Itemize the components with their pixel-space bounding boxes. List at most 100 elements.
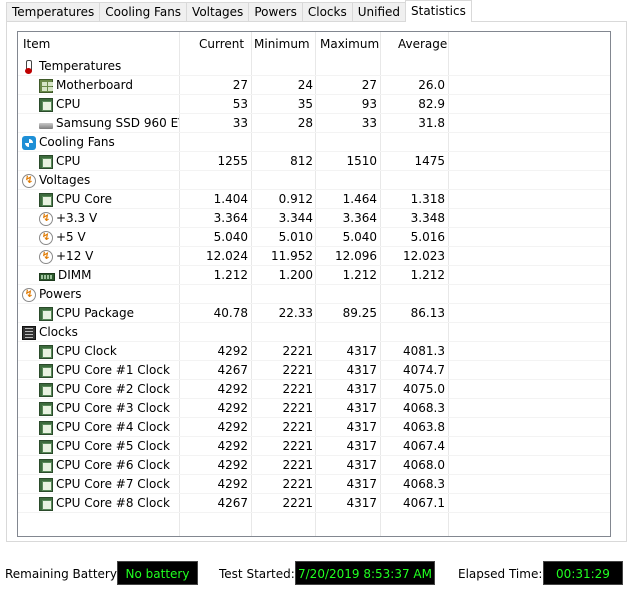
table-row[interactable]: CPU Core #1 Clock 4267 2221 4317 4074.7: [18, 361, 610, 380]
cpu-chip-icon: [39, 496, 53, 511]
item-cell: CPU: [39, 152, 179, 171]
header-average[interactable]: Average: [398, 32, 447, 57]
cpu-chip-icon: [39, 154, 53, 169]
average-value: 31.8: [418, 116, 445, 130]
table-row[interactable]: CPU Core 1.404 0.912 1.464 1.318: [18, 190, 610, 209]
item-label: CPU Package: [56, 306, 134, 320]
cpu-chip-icon: [39, 382, 53, 397]
tab-voltages[interactable]: Voltages: [187, 2, 250, 22]
maximum-value: 4317: [346, 420, 377, 434]
header-minimum[interactable]: Minimum: [254, 32, 310, 57]
table-row[interactable]: Motherboard 27 24 27 26.0: [18, 76, 610, 95]
item-cell: CPU Core #6 Clock: [39, 456, 179, 475]
minimum-value: 5.010: [278, 230, 313, 244]
minimum-value: 2221: [282, 401, 313, 415]
group-row[interactable]: Temperatures: [18, 57, 610, 76]
table-row[interactable]: ↯ +12 V 12.024 11.952 12.096 12.023: [18, 247, 610, 266]
table-row[interactable]: CPU Clock 4292 2221 4317 4081.3: [18, 342, 610, 361]
maximum-value: 4317: [346, 439, 377, 453]
average-value: 4067.4: [403, 439, 445, 453]
maximum-value: 4317: [346, 344, 377, 358]
maximum-value: 4317: [346, 496, 377, 510]
item-label: CPU Core: [56, 192, 112, 206]
item-cell: Cooling Fans: [22, 133, 177, 152]
average-value: 4068.3: [403, 477, 445, 491]
header-current[interactable]: Current: [199, 32, 244, 57]
cpu-chip-icon: [39, 344, 53, 359]
table-row[interactable]: CPU Core #4 Clock 4292 2221 4317 4063.8: [18, 418, 610, 437]
minimum-value: 22.33: [278, 306, 313, 320]
maximum-value: 4317: [346, 477, 377, 491]
table-row[interactable]: CPU 1255 812 1510 1475: [18, 152, 610, 171]
item-cell: Motherboard: [39, 76, 179, 95]
current-value: 27: [232, 78, 248, 92]
table-row[interactable]: CPU Core #7 Clock 4292 2221 4317 4068.3: [18, 475, 610, 494]
current-value: 3.364: [213, 211, 248, 225]
table-row[interactable]: ↯ +3.3 V 3.364 3.344 3.364 3.348: [18, 209, 610, 228]
group-row[interactable]: Cooling Fans: [18, 133, 610, 152]
table-body: Temperatures Motherboard 27 24 27 26.0 CPU 53 35…: [18, 57, 610, 513]
item-cell: Temperatures: [22, 57, 177, 76]
table-row[interactable]: ↯ +5 V 5.040 5.010 5.040 5.016: [18, 228, 610, 247]
cpu-chip-icon: [39, 458, 53, 473]
tab-clocks[interactable]: Clocks: [302, 2, 353, 22]
header-maximum[interactable]: Maximum: [320, 32, 379, 57]
tab-unified[interactable]: Unified: [352, 2, 406, 22]
group-row[interactable]: ↯ Powers: [18, 285, 610, 304]
minimum-value: 2221: [282, 477, 313, 491]
average-value: 4068.3: [403, 401, 445, 415]
minimum-value: 2221: [282, 458, 313, 472]
current-value: 4292: [217, 420, 248, 434]
table-row[interactable]: CPU Core #3 Clock 4292 2221 4317 4068.3: [18, 399, 610, 418]
item-cell: CPU: [39, 95, 179, 114]
item-cell: CPU Core #3 Clock: [39, 399, 179, 418]
minimum-value: 2221: [282, 344, 313, 358]
table-row[interactable]: CPU Core #2 Clock 4292 2221 4317 4075.0: [18, 380, 610, 399]
minimum-value: 812: [290, 154, 313, 168]
cpu-chip-icon: [39, 420, 53, 435]
table-row[interactable]: DIMM 1.212 1.200 1.212 1.212: [18, 266, 610, 285]
current-value: 1255: [217, 154, 248, 168]
cpu-chip-icon: [39, 192, 53, 207]
item-label: Samsung SSD 960 EV...: [56, 116, 179, 130]
item-cell: ↯ +12 V: [39, 247, 179, 266]
table-row[interactable]: CPU Core #5 Clock 4292 2221 4317 4067.4: [18, 437, 610, 456]
maximum-value: 27: [361, 78, 377, 92]
average-value: 1475: [414, 154, 445, 168]
average-value: 1.212: [410, 268, 445, 282]
item-cell: CPU Core #8 Clock: [39, 494, 179, 513]
thermometer-icon: [22, 59, 36, 74]
group-row[interactable]: Clocks: [18, 323, 610, 342]
current-value: 4292: [217, 401, 248, 415]
header-item[interactable]: Item: [23, 32, 50, 57]
tab-cooling-fans[interactable]: Cooling Fans: [100, 2, 188, 22]
table-row[interactable]: CPU Package 40.78 22.33 89.25 86.13: [18, 304, 610, 323]
minimum-value: 11.952: [271, 249, 313, 263]
minimum-value: 1.200: [278, 268, 313, 282]
current-value: 4267: [217, 363, 248, 377]
bolt-icon: ↯: [39, 230, 53, 245]
item-label: CPU Core #6 Clock: [56, 458, 170, 472]
item-label: +12 V: [56, 249, 94, 263]
statistics-table[interactable]: Item Current Minimum Maximum Average Tem…: [17, 31, 611, 537]
item-label: CPU Clock: [56, 344, 117, 358]
item-cell: ↯ Voltages: [22, 171, 177, 190]
memory-dimm-icon: [39, 273, 55, 281]
table-row[interactable]: CPU Core #6 Clock 4292 2221 4317 4068.0: [18, 456, 610, 475]
tab-powers[interactable]: Powers: [249, 2, 303, 22]
current-value: 4292: [217, 477, 248, 491]
maximum-value: 5.040: [342, 230, 377, 244]
elapsed-time-label: Elapsed Time:: [458, 567, 543, 581]
minimum-value: 2221: [282, 420, 313, 434]
item-label: CPU Core #8 Clock: [56, 496, 170, 510]
table-row[interactable]: CPU Core #8 Clock 4267 2221 4317 4067.1: [18, 494, 610, 513]
tab-temperatures[interactable]: Temperatures: [6, 2, 101, 22]
item-cell: DIMM: [39, 266, 179, 285]
average-value: 3.348: [410, 211, 445, 225]
table-row[interactable]: Samsung SSD 960 EV... 33 28 33 31.8: [18, 114, 610, 133]
item-label: Temperatures: [39, 59, 122, 73]
tab-statistics[interactable]: Statistics: [405, 0, 472, 22]
group-row[interactable]: ↯ Voltages: [18, 171, 610, 190]
minimum-value: 3.344: [278, 211, 313, 225]
table-row[interactable]: CPU 53 35 93 82.9: [18, 95, 610, 114]
